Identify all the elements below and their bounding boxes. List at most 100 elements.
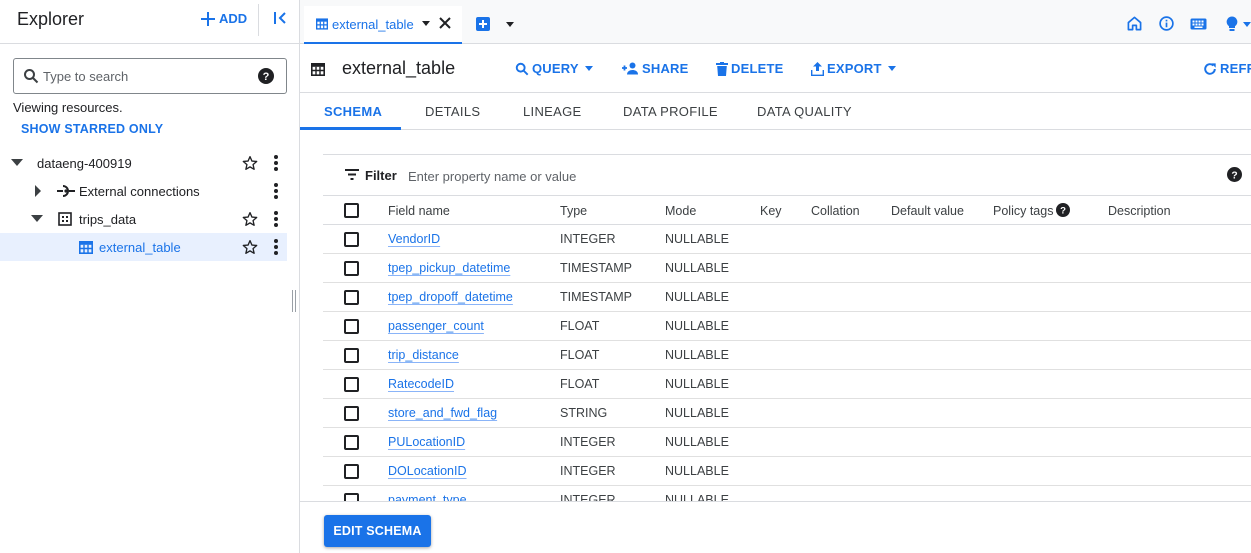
lightbulb-icon[interactable] (1226, 16, 1238, 32)
help-icon[interactable]: ? (1227, 167, 1242, 182)
tab-details[interactable]: DETAILS (425, 104, 480, 119)
tab-schema[interactable]: SCHEMA (324, 104, 382, 119)
field-name-link[interactable]: tpep_pickup_datetime (388, 261, 510, 275)
new-tab-button[interactable] (476, 17, 490, 31)
field-name-link[interactable]: payment_type (388, 493, 467, 501)
field-type: INTEGER (560, 435, 616, 449)
row-checkbox[interactable] (344, 435, 359, 450)
field-mode: NULLABLE (665, 290, 729, 304)
row-checkbox[interactable] (344, 464, 359, 479)
field-name-link[interactable]: trip_distance (388, 348, 459, 362)
caret-down-icon[interactable] (31, 214, 43, 224)
home-icon[interactable] (1127, 16, 1142, 31)
edit-schema-button[interactable]: EDIT SCHEMA (324, 515, 431, 547)
export-label: EXPORT (827, 61, 882, 76)
table-label: external_table (99, 240, 181, 255)
more-vert-icon[interactable] (268, 210, 284, 228)
export-button[interactable]: EXPORT (811, 61, 896, 76)
field-name-link[interactable]: RatecodeID (388, 377, 454, 391)
filter-bar: Filter ? (323, 154, 1251, 198)
field-type: INTEGER (560, 493, 616, 501)
refresh-button[interactable]: REFR (1203, 61, 1251, 76)
chevron-down-icon (584, 66, 593, 71)
help-icon[interactable]: ? (258, 68, 274, 84)
main-panel: external_table external_table QUERY SHAR… (300, 0, 1251, 553)
more-vert-icon[interactable] (268, 154, 284, 172)
row-checkbox[interactable] (344, 319, 359, 334)
table-row: RatecodeID FLOAT NULLABLE (323, 370, 1251, 399)
tab-external-table[interactable]: external_table (304, 6, 462, 44)
row-checkbox[interactable] (344, 406, 359, 421)
tab-dropdown-icon[interactable] (422, 21, 430, 26)
field-mode: NULLABLE (665, 261, 729, 275)
explorer-panel: Explorer ADD ? Viewing resources. SHOW S… (0, 0, 300, 553)
delete-button[interactable]: DELETE (716, 61, 783, 76)
tree-item-external-connections[interactable]: External connections (0, 177, 287, 205)
table-row: PULocationID INTEGER NULLABLE (323, 428, 1251, 457)
more-vert-icon[interactable] (268, 182, 284, 200)
add-button[interactable]: ADD (201, 11, 247, 26)
share-label: SHARE (642, 61, 689, 76)
svg-text:?: ? (263, 71, 270, 83)
keyboard-icon[interactable] (1190, 18, 1207, 30)
filter-input[interactable] (408, 166, 808, 186)
caret-right-icon[interactable] (34, 185, 42, 197)
table-row: payment_type INTEGER NULLABLE (323, 486, 1251, 501)
header-divider (258, 4, 259, 36)
filter-label: Filter (365, 168, 397, 183)
field-name-link[interactable]: DOLocationID (388, 464, 467, 478)
col-field-name: Field name (388, 204, 450, 218)
tree-item-table[interactable]: external_table (0, 233, 287, 261)
footer-bar: EDIT SCHEMA (300, 501, 1251, 553)
panel-resize-handle[interactable] (292, 290, 296, 312)
row-checkbox[interactable] (344, 232, 359, 247)
row-checkbox[interactable] (344, 377, 359, 392)
external-connections-label: External connections (79, 184, 200, 199)
row-checkbox[interactable] (344, 261, 359, 276)
field-type: TIMESTAMP (560, 261, 632, 275)
row-checkbox[interactable] (344, 290, 359, 305)
close-icon[interactable] (438, 16, 452, 30)
tab-lineage[interactable]: LINEAGE (523, 104, 581, 119)
table-row: tpep_dropoff_datetime TIMESTAMP NULLABLE (323, 283, 1251, 312)
more-vert-icon[interactable] (268, 238, 284, 256)
tab-data-profile[interactable]: DATA PROFILE (623, 104, 718, 119)
table-row: tpep_pickup_datetime TIMESTAMP NULLABLE (323, 254, 1251, 283)
search-icon (515, 62, 529, 75)
table-icon (311, 63, 325, 76)
explorer-header: Explorer ADD (0, 0, 300, 44)
field-mode: NULLABLE (665, 435, 729, 449)
new-tab-dropdown-icon[interactable] (506, 22, 514, 27)
select-all-checkbox[interactable] (344, 203, 359, 218)
collapse-panel-button[interactable] (272, 10, 288, 26)
table-row: trip_distance FLOAT NULLABLE (323, 341, 1251, 370)
field-name-link[interactable]: VendorID (388, 232, 440, 246)
tree-item-dataset[interactable]: trips_data (0, 205, 287, 233)
row-checkbox[interactable] (344, 348, 359, 363)
field-name-link[interactable]: tpep_dropoff_datetime (388, 290, 513, 304)
field-name-link[interactable]: passenger_count (388, 319, 484, 333)
show-starred-button[interactable]: SHOW STARRED ONLY (21, 122, 163, 136)
help-icon[interactable]: ? (1056, 203, 1070, 217)
refresh-label: REFR (1220, 61, 1251, 76)
tab-data-quality[interactable]: DATA QUALITY (757, 104, 852, 119)
info-icon[interactable] (1159, 16, 1174, 31)
row-checkbox[interactable] (344, 493, 359, 501)
star-outline-icon[interactable] (242, 211, 258, 227)
query-button[interactable]: QUERY (515, 61, 593, 76)
star-outline-icon[interactable] (242, 155, 258, 171)
search-input[interactable] (43, 65, 253, 87)
field-name-link[interactable]: store_and_fwd_flag (388, 406, 497, 420)
caret-down-icon[interactable] (11, 158, 23, 168)
tips-dropdown-icon[interactable] (1243, 22, 1251, 27)
table-toolbar: external_table QUERY SHARE DELETE EXPORT (300, 45, 1251, 93)
share-button[interactable]: SHARE (622, 61, 689, 76)
field-mode: NULLABLE (665, 348, 729, 362)
star-outline-icon[interactable] (242, 239, 258, 255)
detail-tabs: SCHEMA DETAILS LINEAGE DATA PROFILE DATA… (300, 94, 1251, 130)
explorer-search: ? (13, 58, 287, 94)
tab-label: external_table (332, 17, 414, 32)
tree-item-project[interactable]: dataeng-400919 (0, 149, 287, 177)
field-name-link[interactable]: PULocationID (388, 435, 465, 449)
field-type: INTEGER (560, 464, 616, 478)
